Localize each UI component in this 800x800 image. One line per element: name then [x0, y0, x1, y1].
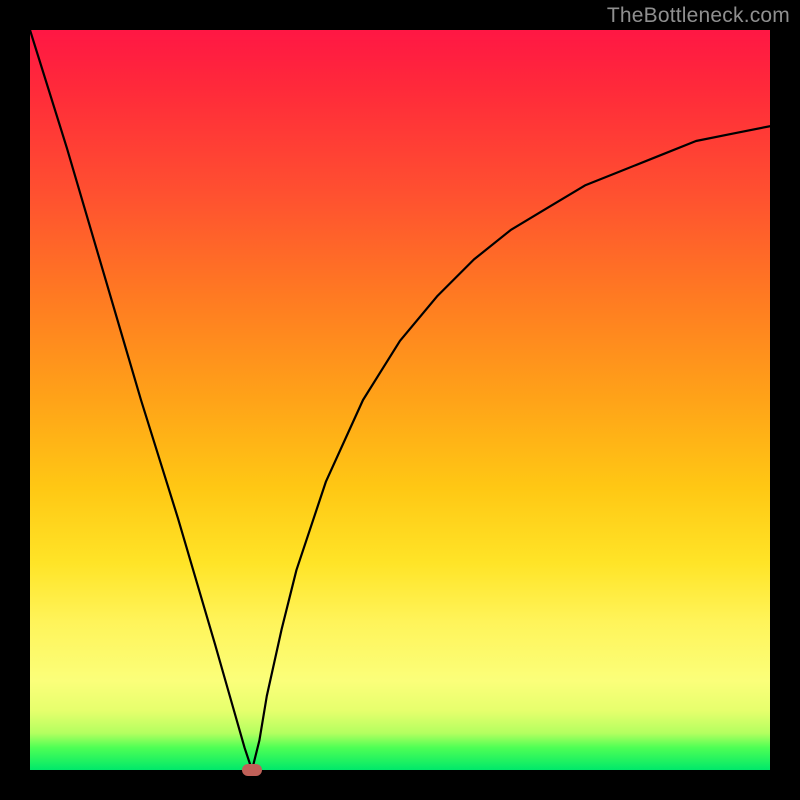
- plot-area: [30, 30, 770, 770]
- chart-frame: TheBottleneck.com: [0, 0, 800, 800]
- bottleneck-curve: [30, 30, 770, 770]
- minimum-marker: [242, 764, 262, 776]
- watermark-text: TheBottleneck.com: [607, 4, 790, 28]
